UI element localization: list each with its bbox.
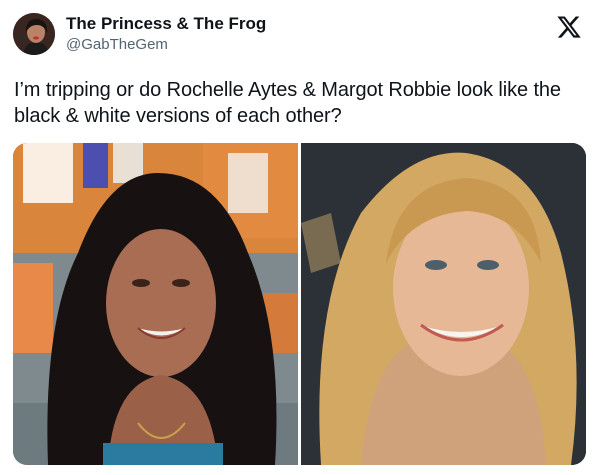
avatar-image (13, 13, 55, 55)
x-logo-icon[interactable] (556, 14, 582, 40)
display-name[interactable]: The Princess & The Frog (66, 14, 266, 34)
tweet-text: I’m tripping or do Rochelle Aytes & Marg… (14, 79, 561, 127)
media-grid (13, 143, 586, 465)
user-handle[interactable]: @GabTheGem (66, 35, 266, 55)
photo-right[interactable] (301, 143, 586, 465)
tweet-card: The Princess & The Frog @GabTheGem I’m t… (0, 0, 599, 475)
avatar[interactable] (13, 13, 55, 55)
photo-left[interactable] (13, 143, 298, 465)
user-info: The Princess & The Frog @GabTheGem (66, 14, 266, 55)
